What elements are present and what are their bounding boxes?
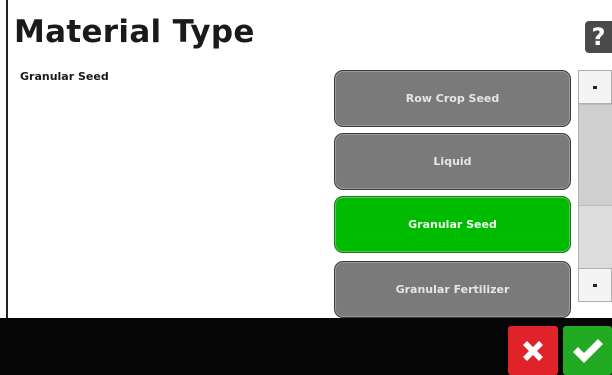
- scrollbar-thumb[interactable]: [579, 104, 612, 206]
- scroll-up-button[interactable]: [578, 70, 612, 104]
- scroll-down-button[interactable]: [578, 268, 612, 302]
- current-selection-label: Granular Seed: [20, 70, 109, 83]
- option-label: Liquid: [433, 155, 472, 168]
- page-title: Material Type: [14, 14, 255, 50]
- option-granular-fertilizer[interactable]: Granular Fertilizer: [334, 261, 571, 318]
- checkmark-icon: [572, 338, 603, 363]
- option-liquid[interactable]: Liquid: [334, 133, 571, 190]
- x-icon: [523, 340, 543, 361]
- help-button[interactable]: ?: [585, 21, 612, 53]
- material-option-list: Row Crop Seed Liquid Granular Seed Granu…: [330, 66, 578, 318]
- option-granular-seed[interactable]: Granular Seed: [334, 196, 571, 253]
- option-row-crop-seed[interactable]: Row Crop Seed: [334, 70, 571, 127]
- cancel-button[interactable]: [508, 326, 558, 375]
- option-label: Row Crop Seed: [405, 92, 500, 105]
- option-label: Granular Seed: [408, 218, 497, 231]
- option-label: Granular Fertilizer: [395, 283, 510, 296]
- scroll-down-icon: [593, 283, 597, 287]
- scroll-up-icon: [593, 85, 597, 89]
- confirm-button[interactable]: [563, 326, 612, 375]
